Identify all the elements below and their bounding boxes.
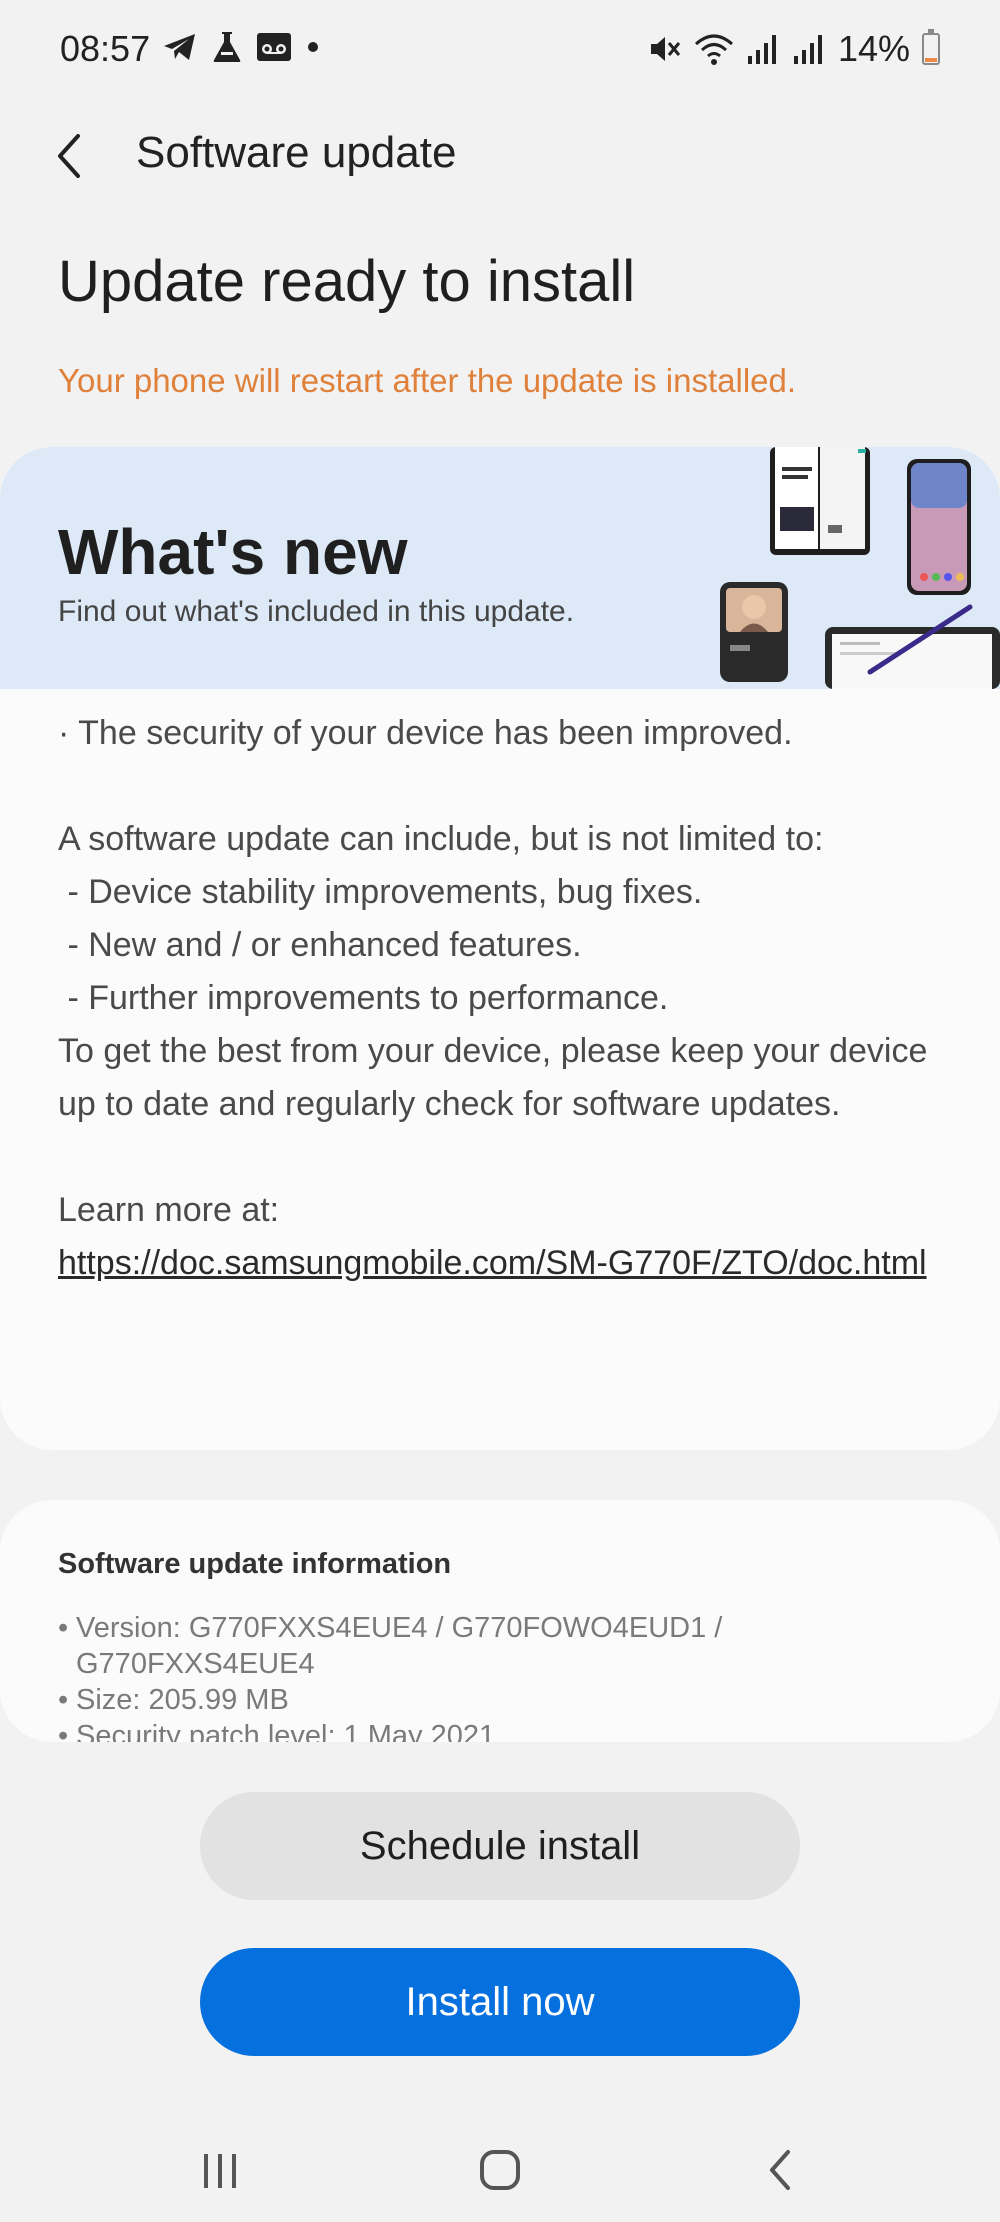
advice-text: To get the best from your device, please…	[58, 1032, 928, 1123]
update-headline: Update ready to install	[58, 249, 636, 314]
home-button[interactable]	[460, 2140, 540, 2200]
version-line-2: G770FXXS4EUE4	[76, 1648, 315, 1680]
info-row-security-patch: • Security patch level: 1 May 2021	[58, 1718, 938, 1742]
install-now-button[interactable]: Install now	[200, 1948, 800, 2056]
info-row-size: • Size: 205.99 MB	[58, 1682, 938, 1718]
security-patch-text: Security patch level: 1 May 2021	[76, 1720, 496, 1742]
page-title: Software update	[136, 128, 457, 177]
release-notes-link[interactable]: https://doc.samsungmobile.com/SM-G770F/Z…	[58, 1244, 927, 1282]
home-icon	[480, 2150, 520, 2190]
app-header: Software update	[0, 110, 1000, 200]
info-title: Software update information	[58, 1548, 452, 1580]
version-line-1: Version: G770FXXS4EUE4 / G770FOWO4EUD1 /	[76, 1612, 723, 1644]
restart-notice: Your phone will restart after the update…	[58, 362, 797, 399]
battery-percent: 14%	[837, 28, 910, 69]
bullet-icon: •	[58, 1684, 69, 1716]
info-list: • Version: G770FXXS4EUE4 / G770FOWO4EUD1…	[58, 1610, 938, 1742]
telegram-icon	[164, 34, 195, 60]
nav-back-button[interactable]	[740, 2140, 820, 2200]
version-text: Version: G770FXXS4EUE4 / G770FOWO4EUD1 /…	[76, 1610, 722, 1682]
status-right-icons: 14%	[648, 28, 940, 70]
list-item: - New and / or enhanced features.	[58, 926, 582, 964]
battery-icon	[922, 29, 940, 65]
whats-new-body: · The security of your device has been i…	[58, 707, 958, 1290]
navigation-bar	[0, 2120, 1000, 2222]
status-time: 08:57	[60, 28, 151, 69]
devices-illustration	[720, 447, 1000, 689]
status-bar: 08:57 14%	[0, 0, 1000, 100]
whats-new-banner: What's new Find out what's included in t…	[0, 447, 1000, 689]
back-arrow-icon	[770, 2150, 790, 2190]
whats-new-title: What's new	[58, 516, 408, 588]
size-text: Size: 205.99 MB	[76, 1684, 289, 1716]
chevron-left-icon	[58, 134, 80, 178]
intro-line: A software update can include, but is no…	[58, 820, 824, 858]
dot-icon	[308, 42, 318, 52]
back-button[interactable]	[44, 128, 94, 184]
wifi-icon	[694, 34, 733, 65]
update-info-card: Software update information • Version: G…	[0, 1500, 1000, 1742]
battery-level	[925, 58, 937, 62]
schedule-install-button[interactable]: Schedule install	[200, 1792, 800, 1900]
signal-icon	[793, 35, 822, 64]
bullet-icon: •	[58, 1612, 69, 1644]
recent-apps-button[interactable]	[180, 2140, 260, 2200]
lab-flask-icon	[213, 32, 241, 62]
info-row-version: • Version: G770FXXS4EUE4 / G770FOWO4EUD1…	[58, 1610, 938, 1682]
recent-apps-icon	[204, 2154, 236, 2188]
signal-icon	[747, 35, 776, 64]
whats-new-subtitle: Find out what's included in this update.	[58, 595, 575, 628]
bullet-icon: •	[58, 1720, 69, 1742]
whats-new-card: What's new Find out what's included in t…	[0, 447, 1000, 1450]
voicemail-icon	[257, 33, 291, 61]
list-item: - Device stability improvements, bug fix…	[58, 873, 703, 911]
mute-icon	[650, 37, 681, 61]
status-left-icons	[162, 30, 320, 64]
security-line: · The security of your device has been i…	[58, 714, 793, 752]
learn-more-label: Learn more at:	[58, 1191, 280, 1229]
list-item: - Further improvements to performance.	[58, 979, 669, 1017]
